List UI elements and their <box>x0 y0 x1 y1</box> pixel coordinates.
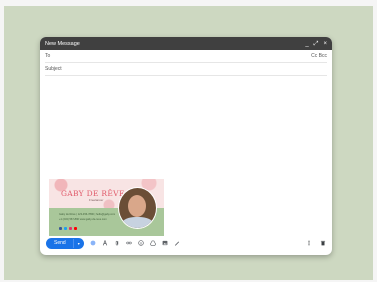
discard-icon[interactable] <box>320 240 326 246</box>
drive-icon[interactable] <box>149 240 156 246</box>
to-field[interactable]: To Cc Bcc <box>45 50 327 63</box>
subject-field[interactable]: Subject <box>45 63 327 76</box>
to-label: To <box>45 53 51 59</box>
signature-social-icons <box>59 227 77 230</box>
send-button-group: Send ▾ <box>46 237 84 249</box>
more-options-icon[interactable] <box>306 240 312 246</box>
photo-icon[interactable] <box>162 240 168 246</box>
social-icon[interactable] <box>59 227 62 230</box>
message-body[interactable]: GABY DE RÊVE Freelancer Gaby de Rêve | 1… <box>40 76 332 236</box>
photo-shirt <box>122 217 153 228</box>
social-icon[interactable] <box>74 227 77 230</box>
formatting-icon[interactable] <box>90 240 96 246</box>
signature-contact-line: +1 (234) 567-890 www.gaby-de-reve.com <box>59 218 107 221</box>
email-signature: GABY DE RÊVE Freelancer Gaby de Rêve | 1… <box>49 179 164 236</box>
signature-photo <box>118 187 157 229</box>
cc-bcc-link[interactable]: Cc Bcc <box>311 53 327 59</box>
close-icon[interactable]: × <box>323 41 327 47</box>
subject-label: Subject <box>45 66 62 72</box>
signature-name: GABY DE RÊVE <box>61 189 125 198</box>
photo-face <box>128 195 146 217</box>
compose-toolbar: Send ▾ <box>46 237 326 249</box>
minimize-icon[interactable]: _ <box>305 41 308 47</box>
link-icon[interactable] <box>126 240 132 246</box>
social-icon[interactable] <box>64 227 67 230</box>
send-button[interactable]: Send <box>46 240 73 246</box>
signature-subtitle: Freelancer <box>89 198 104 202</box>
send-options-icon[interactable]: ▾ <box>74 241 84 246</box>
compose-title: New Message <box>45 40 80 47</box>
compose-title-bar[interactable]: New Message _ ⤢ × <box>40 37 332 50</box>
attach-icon[interactable] <box>114 240 120 246</box>
emoji-icon[interactable] <box>138 240 144 246</box>
text-format-icon[interactable] <box>102 240 108 246</box>
signature-contact-line: Gaby de Rêve | 123-456-7890 | hello@gaby… <box>59 213 116 216</box>
compose-window: New Message _ ⤢ × To Cc Bcc Subject GABY… <box>40 37 332 255</box>
expand-icon[interactable]: ⤢ <box>314 41 319 47</box>
social-icon[interactable] <box>69 227 72 230</box>
signature-icon[interactable] <box>174 240 180 246</box>
